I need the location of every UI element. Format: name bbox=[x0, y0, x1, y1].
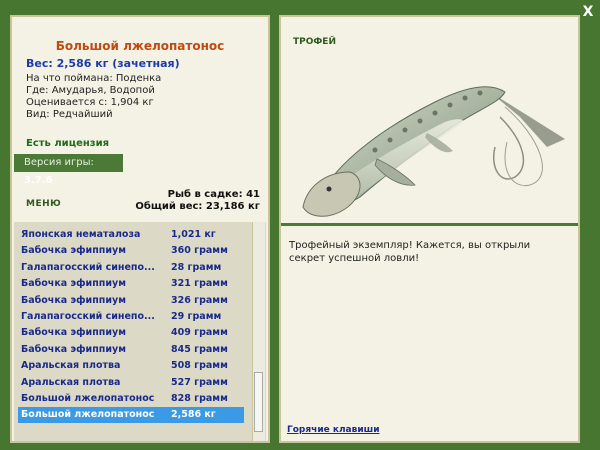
list-scrollbar[interactable] bbox=[252, 222, 265, 441]
trophy-label: ТРОФЕЙ bbox=[293, 37, 336, 47]
hotkeys-link[interactable]: Горячие клавиши bbox=[287, 425, 380, 435]
list-item[interactable]: Галапагосский синепо... 29 грамм bbox=[18, 309, 244, 325]
fish-name: Аральская плотва bbox=[21, 376, 121, 388]
fish-weight: Вес: 2,586 кг (зачетная) bbox=[26, 57, 180, 70]
fish-count: Рыб в садке: 41 bbox=[167, 189, 260, 200]
fish-weight-cell: 360 грамм bbox=[171, 245, 228, 257]
version-label: Версия игры: bbox=[24, 157, 94, 168]
trophy-message: Трофейный экземпляр! Кажется, вы открыли… bbox=[289, 240, 531, 264]
list-item[interactable]: Бабочка эфиппиум 321 грамм bbox=[18, 276, 244, 292]
fish-name: Бабочка эфиппиум bbox=[21, 245, 126, 257]
fish-weight-cell: 29 грамм bbox=[171, 311, 222, 322]
list-item[interactable]: Бабочка эфиппиум 326 грамм bbox=[18, 293, 244, 309]
list-item[interactable]: Японская нематалоза 1,021 кг bbox=[18, 227, 244, 243]
game-window: X Большой лжелопатонос Вес: 2,586 кг (за… bbox=[0, 0, 600, 450]
scroll-thumb[interactable] bbox=[254, 372, 263, 432]
kind-info: Вид: Редчайший bbox=[26, 109, 113, 120]
fish-weight-cell: 321 грамм bbox=[171, 278, 228, 290]
trophy-panel: ТРОФЕЙ Трофейный экземпляр! Кажется, вы … bbox=[279, 15, 580, 443]
close-button[interactable]: X bbox=[580, 4, 596, 20]
version-value: 3.7.6 bbox=[24, 175, 53, 186]
list-item[interactable]: Галапагосский синепо... 28 грамм bbox=[18, 260, 244, 276]
fish-weight-cell: 326 грамм bbox=[171, 294, 228, 306]
fish-weight-cell: 508 грамм bbox=[171, 360, 228, 372]
version-bar: Версия игры: 3.7.6 bbox=[14, 154, 123, 186]
list-item[interactable]: Бабочка эфиппиум 409 грамм bbox=[18, 325, 244, 341]
fish-name: Большой лжелопатонос bbox=[21, 409, 155, 421]
panel-divider bbox=[281, 223, 578, 226]
fish-name: Бабочка эфиппиум bbox=[21, 278, 126, 290]
fish-weight-cell: 527 грамм bbox=[171, 376, 228, 388]
fish-name: Бабочка эфиппиум bbox=[21, 294, 126, 306]
fish-name: Аральская плотва bbox=[21, 360, 121, 372]
bait-info: На что поймана: Поденка bbox=[26, 73, 162, 84]
total-weight: Общий вес: 23,186 кг bbox=[135, 201, 260, 212]
list-item[interactable]: Большой лжелопатонос 828 грамм bbox=[18, 391, 244, 407]
fish-name: Большой лжелопатонос bbox=[21, 393, 155, 404]
list-item-selected[interactable]: Большой лжелопатонос 2,586 кг bbox=[18, 407, 244, 424]
fish-weight-cell: 1,021 кг bbox=[171, 229, 216, 240]
menu-button[interactable]: МЕНЮ bbox=[26, 199, 61, 209]
list-item[interactable]: Аральская плотва 508 грамм bbox=[18, 358, 244, 374]
catch-info-panel: Большой лжелопатонос Вес: 2,586 кг (заче… bbox=[10, 15, 270, 443]
cage-stats: Рыб в садке: 41 Общий вес: 23,186 кг bbox=[135, 189, 260, 213]
sturgeon-image bbox=[302, 86, 565, 217]
fish-name: Галапагосский синепо... bbox=[21, 261, 155, 273]
fish-name: Японская нематалоза bbox=[21, 229, 141, 240]
fish-list[interactable]: Японская нематалоза 1,021 кг Бабочка эфипп… bbox=[14, 222, 266, 441]
fish-weight-cell: 409 грамм bbox=[171, 327, 228, 339]
fish-weight-cell: 28 грамм bbox=[171, 261, 222, 273]
location-info: Где: Амударья, Водопой bbox=[26, 85, 155, 96]
fish-name: Галапагосский синепо... bbox=[21, 311, 155, 322]
fish-title: Большой лжелопатонос bbox=[55, 39, 225, 53]
list-item[interactable]: Бабочка эфиппиум 845 грамм bbox=[18, 342, 244, 358]
list-item[interactable]: Аральская плотва 527 грамм bbox=[18, 375, 244, 391]
fish-weight-cell: 845 грамм bbox=[171, 343, 228, 355]
fish-weight-cell: 828 грамм bbox=[171, 393, 228, 404]
fish-weight-cell: 2,586 кг bbox=[171, 409, 216, 421]
list-item[interactable]: Бабочка эфиппиум 360 грамм bbox=[18, 243, 244, 259]
fish-name: Бабочка эфиппиум bbox=[21, 343, 126, 355]
license-status: Есть лицензия bbox=[26, 138, 110, 149]
fish-name: Бабочка эфиппиум bbox=[21, 327, 126, 339]
value-info: Оценивается с: 1,904 кг bbox=[26, 97, 154, 108]
